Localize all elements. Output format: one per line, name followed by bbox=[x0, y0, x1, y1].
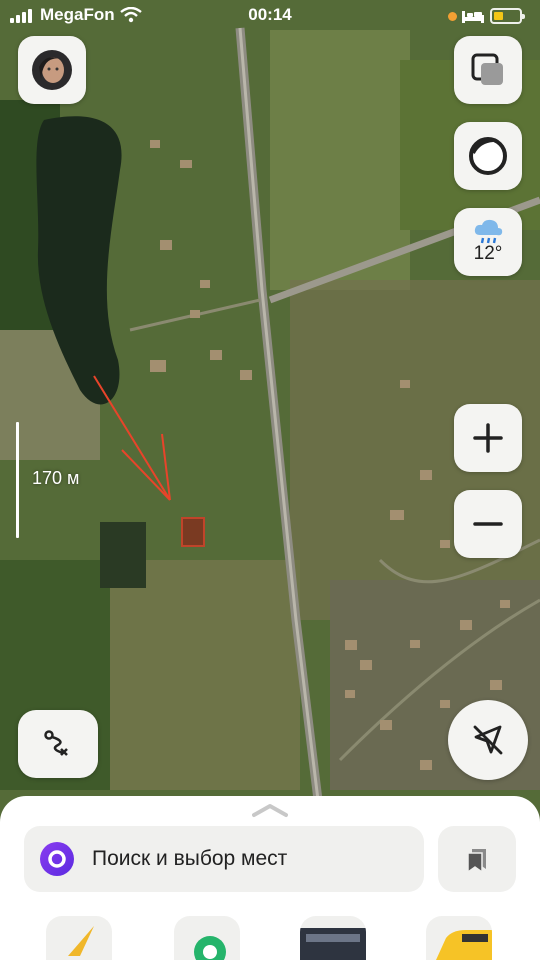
location-indicator-icon bbox=[448, 12, 457, 21]
search-placeholder: Поиск и выбор мест bbox=[92, 847, 288, 870]
chevron-up-icon[interactable] bbox=[252, 802, 288, 818]
metro-icon bbox=[194, 936, 226, 960]
profile-avatar-button[interactable] bbox=[18, 36, 86, 104]
plus-icon bbox=[473, 423, 503, 453]
temperature-label: 12° bbox=[473, 243, 503, 264]
field bbox=[270, 30, 410, 290]
navigator-icon bbox=[68, 926, 94, 956]
map-scale-bar bbox=[16, 422, 19, 538]
transport-shortcut[interactable] bbox=[300, 916, 366, 960]
location-off-icon bbox=[473, 725, 503, 755]
bookmarks-icon bbox=[467, 849, 486, 873]
transport-icon bbox=[300, 928, 366, 960]
alice-assistant-button[interactable] bbox=[454, 122, 522, 190]
zoom-out-button[interactable] bbox=[454, 490, 522, 558]
layers-icon bbox=[471, 53, 503, 85]
weather-button[interactable]: 12° bbox=[454, 208, 522, 276]
metro-shortcut[interactable] bbox=[174, 916, 240, 960]
cloud-rain-icon bbox=[474, 219, 503, 244]
taxi-icon bbox=[436, 930, 492, 960]
sleep-mode-icon bbox=[462, 11, 484, 23]
my-location-button[interactable] bbox=[448, 700, 528, 780]
search-input[interactable]: Поиск и выбор мест bbox=[24, 826, 424, 892]
bottom-sheet[interactable]: Поиск и выбор мест bbox=[0, 796, 540, 960]
bookmarks-button[interactable] bbox=[438, 826, 516, 892]
route-icon bbox=[44, 730, 68, 756]
map-scale-label: 170 м bbox=[32, 468, 80, 488]
navigator-shortcut[interactable] bbox=[46, 916, 112, 960]
alice-icon bbox=[469, 137, 507, 175]
layers-button[interactable] bbox=[454, 36, 522, 104]
field bbox=[110, 560, 300, 790]
route-button[interactable] bbox=[18, 710, 98, 778]
zoom-in-button[interactable] bbox=[454, 404, 522, 472]
taxi-shortcut[interactable] bbox=[426, 916, 492, 960]
status-bar: MegaFon 00:14 bbox=[0, 0, 540, 32]
pond bbox=[100, 522, 146, 588]
avatar bbox=[32, 50, 72, 90]
minus-icon bbox=[473, 522, 503, 526]
marked-plot bbox=[181, 517, 205, 547]
battery-icon bbox=[490, 8, 525, 24]
alice-logo-icon bbox=[40, 842, 74, 876]
